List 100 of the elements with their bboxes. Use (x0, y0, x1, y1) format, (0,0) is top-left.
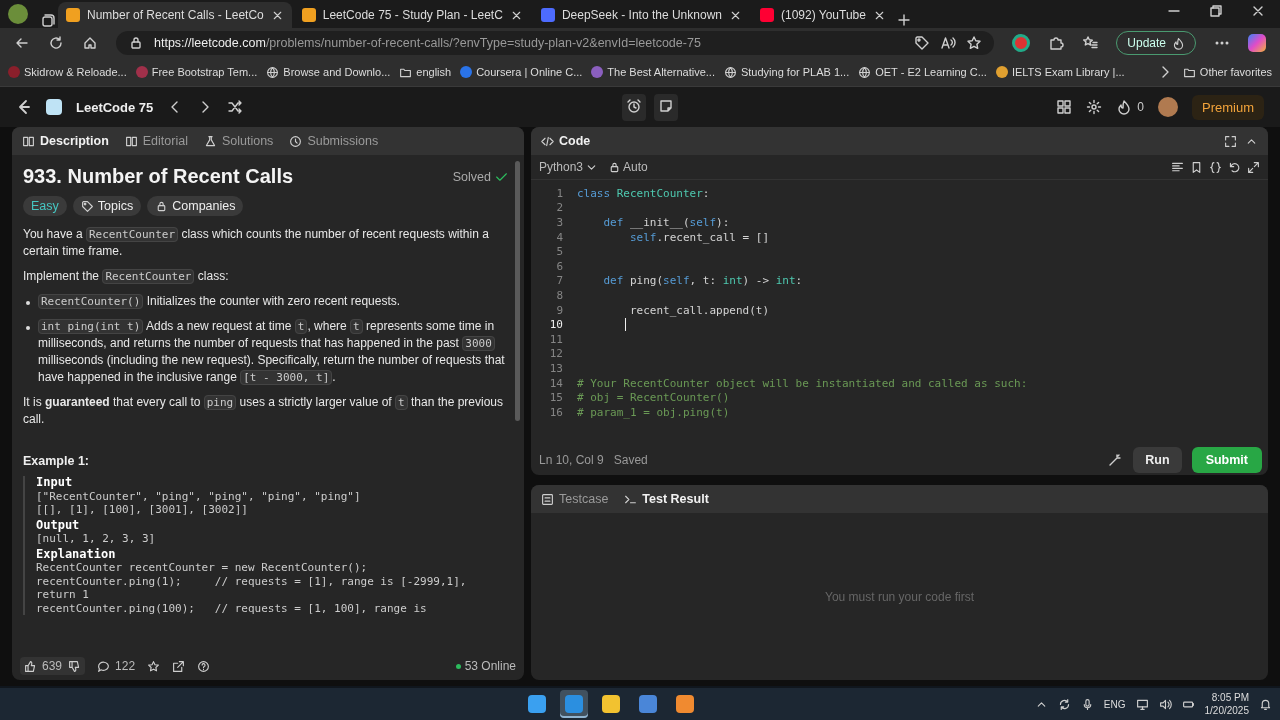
share-icon[interactable] (172, 659, 186, 673)
reset-icon[interactable] (1228, 160, 1241, 174)
bullet-text: int ping(int t) Adds a new request at time t , where t represents some time in milliseconds, and returns the number of requests that has happened in the past 3000 milliseconds (including the new request). Specifically, return the number of requests that have happened in the inclusive range [t - 3000, t] . (38, 318, 506, 386)
line-number: 7 (555, 274, 563, 288)
line-number: 15 (548, 391, 563, 405)
solved-status: Solved (452, 168, 508, 185)
star-icon[interactable] (147, 659, 161, 673)
monitor-icon[interactable] (1135, 697, 1149, 711)
bookmark[interactable]: IELTS Exam Library |... (995, 66, 1125, 78)
braces-icon[interactable] (1209, 160, 1222, 174)
bookmark[interactable]: english (399, 65, 452, 79)
browser-tab[interactable]: Number of Recent Calls - LeetCo (58, 2, 292, 28)
favorites-icon[interactable] (1082, 35, 1099, 51)
browser-tab[interactable]: (1092) YouTube (752, 2, 894, 28)
tab-icon (203, 134, 217, 148)
maximize-icon[interactable] (1224, 134, 1237, 148)
record-icon[interactable] (1012, 34, 1031, 52)
flame-icon[interactable] (1116, 99, 1133, 115)
code-line: def __init__(self): (602, 216, 730, 229)
home-icon[interactable] (82, 35, 98, 51)
note-icon (657, 97, 674, 114)
example-code-line: recentCounter.ping(100); // requests = [1, 100], range is (36, 601, 428, 615)
wand-icon[interactable] (1107, 452, 1124, 468)
profile-avatar[interactable] (8, 4, 28, 24)
speaker-icon[interactable] (1158, 697, 1172, 711)
panel-title: Code (541, 134, 591, 148)
example-code-line: recentCounter.ping(1); // requests = [1], range is [-2999,1], (36, 574, 468, 588)
comments-button[interactable]: 122 (97, 659, 136, 673)
line-number: 14 (548, 376, 563, 390)
panel-tab[interactable]: Editorial (124, 134, 188, 148)
line-number: 6 (555, 259, 563, 273)
bookmark[interactable]: Other favorites (1182, 65, 1272, 79)
bookmark[interactable]: Browse and Downlo... (266, 65, 391, 79)
line-number: 10 (548, 318, 563, 332)
input-language[interactable]: ENG (1103, 698, 1126, 710)
taskbar-app[interactable] (560, 690, 589, 718)
help-icon[interactable] (197, 659, 211, 673)
panel-tab[interactable]: Testcase (541, 492, 609, 506)
bookmark-icon[interactable] (1190, 160, 1203, 174)
line-number: 13 (548, 361, 563, 375)
thumb-down-icon[interactable] (68, 659, 82, 673)
bookmark[interactable]: Studying for PLAB 1... (723, 65, 850, 79)
thumb-up-icon (24, 659, 37, 673)
auto-mode[interactable]: Auto (608, 160, 648, 174)
premium-button[interactable]: Premium (1192, 94, 1264, 120)
streak-count: 0 (1137, 100, 1144, 114)
panel-tab[interactable]: Solutions (203, 134, 274, 148)
panel-tab[interactable]: Submissions (289, 134, 379, 148)
shuffle-icon[interactable] (227, 99, 244, 115)
example-code-line: return 1 (36, 588, 90, 602)
globe-icon (723, 65, 737, 79)
tag-chip[interactable]: Companies (147, 196, 244, 216)
line-number: 11 (548, 332, 563, 346)
language-dropdown[interactable]: Python3 (539, 160, 599, 174)
tab-icon (124, 134, 138, 148)
read-aloud-icon[interactable] (940, 35, 957, 51)
settings-icon[interactable] (1086, 99, 1103, 115)
tag-chip[interactable]: Topics (72, 196, 142, 216)
tab-icon (22, 134, 35, 148)
extensions-icon[interactable] (1048, 35, 1065, 51)
address-bar[interactable]: https://leetcode.com/problems/number-of-recent-calls/?envType=study-plan-v2&envId=leetcode-75 (116, 31, 995, 55)
study-plan-title[interactable]: LeetCode 75 (76, 99, 154, 115)
code-line: # param_1 = obj.ping(t) (577, 405, 730, 419)
line-number: 2 (555, 201, 563, 215)
scrollbar[interactable] (515, 161, 520, 421)
line-number: 1 (555, 186, 563, 200)
description-paragraph: You have a RecentCounter class which counts the number of recent requests within a certain time frame. (23, 226, 490, 260)
refresh-icon[interactable] (48, 35, 64, 51)
panel-tab[interactable]: Test Result (624, 492, 709, 506)
browser-tab[interactable]: DeepSeek - Into the Unknown (532, 2, 750, 28)
code-line: class RecentCounter: (577, 186, 710, 200)
tab-actions-icon[interactable] (40, 12, 56, 28)
globe-icon (858, 65, 872, 79)
avatar[interactable] (1158, 97, 1178, 117)
tag-chip[interactable]: Easy (23, 196, 67, 216)
format-icon[interactable] (1171, 160, 1184, 174)
bookmark[interactable]: OET - E2 Learning C... (858, 65, 987, 79)
panel-tab[interactable]: Description (22, 134, 109, 148)
timer-button[interactable] (621, 93, 646, 121)
restore-icon[interactable] (1208, 3, 1224, 19)
copilot-icon[interactable] (1248, 34, 1266, 52)
star-icon[interactable] (966, 35, 983, 51)
bookmark[interactable]: Skidrow & Reloade... (8, 66, 127, 78)
sync-icon[interactable] (1057, 697, 1071, 711)
bookmark[interactable]: Free Bootstrap Tem... (135, 66, 258, 78)
bell-icon[interactable] (1259, 697, 1272, 711)
example-title: Example 1: (23, 454, 90, 468)
run-button[interactable]: Run (1133, 447, 1182, 473)
clock[interactable]: 8:05 PM 1/20/2025 (1204, 691, 1249, 717)
line-number: 9 (555, 303, 563, 317)
bookmark[interactable]: The Best Alternative... (591, 66, 715, 78)
example-label: Explanation (36, 547, 117, 561)
panel-layout-icon[interactable] (1056, 99, 1073, 115)
bookmark[interactable]: Coursera | Online C... (460, 66, 583, 78)
bullet-icon (26, 301, 30, 305)
notes-button[interactable] (653, 93, 678, 121)
browser-tab[interactable]: LeetCode 75 - Study Plan - LeetC (293, 2, 531, 28)
line-number: 3 (555, 216, 563, 229)
fullscreen-icon[interactable] (1247, 160, 1260, 174)
new-tab-icon[interactable] (895, 12, 912, 28)
